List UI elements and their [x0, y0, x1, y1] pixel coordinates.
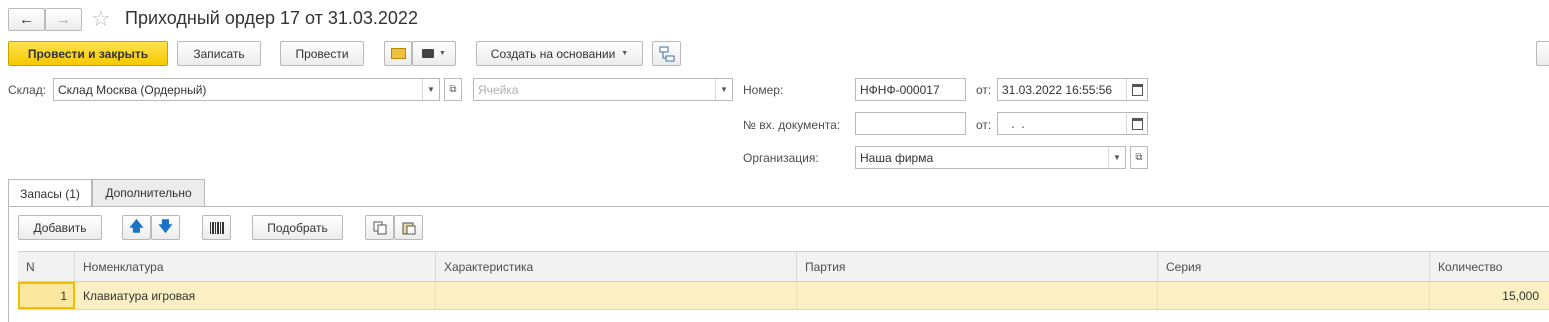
- incoming-doc-label: № вх. документа:: [743, 118, 841, 132]
- calendar-button[interactable]: [1126, 113, 1147, 134]
- number-label: Номер:: [743, 83, 784, 97]
- column-header-characteristic[interactable]: Характеристика: [436, 252, 797, 281]
- chevron-down-icon: ▼: [427, 85, 435, 94]
- copy-icon: [373, 221, 386, 234]
- hierarchy-icon: [659, 46, 674, 61]
- move-up-button[interactable]: 🡅: [122, 215, 151, 240]
- incoming-date-field[interactable]: . .: [997, 112, 1148, 135]
- back-button[interactable]: ←: [8, 8, 45, 31]
- warehouse-open-button[interactable]: ⧉: [444, 78, 462, 101]
- organization-field[interactable]: Наша фирма ▼: [855, 146, 1126, 169]
- row-number: 1: [60, 288, 67, 303]
- series-cell[interactable]: [1158, 282, 1430, 309]
- chevron-down-icon: ▼: [1113, 153, 1121, 162]
- add-button[interactable]: Добавить: [18, 215, 102, 240]
- chevron-down-icon: ▼: [621, 50, 629, 57]
- open-icon: ⧉: [1135, 152, 1143, 163]
- nomenclature-value: Клавиатура игровая: [83, 288, 196, 303]
- arrow-left-icon: ←: [19, 11, 34, 28]
- column-header-quantity[interactable]: Количество: [1430, 252, 1549, 281]
- incoming-date-value: . .: [1008, 116, 1025, 131]
- barcode-icon: [209, 221, 224, 234]
- column-header-batch[interactable]: Партия: [797, 252, 1158, 281]
- save-button[interactable]: Записать: [177, 41, 261, 66]
- arrow-up-icon: 🡅: [129, 217, 144, 234]
- number-field[interactable]: НФНФ-000017: [855, 78, 966, 101]
- row-number-cell[interactable]: 1: [18, 282, 75, 309]
- paste-icon: [402, 222, 415, 234]
- cell-field[interactable]: Ячейка ▼: [473, 78, 733, 101]
- calendar-button[interactable]: [1126, 79, 1147, 100]
- create-based-on-label: Создать на основании: [490, 46, 616, 61]
- warehouse-label: Склад:: [8, 83, 47, 97]
- chevron-down-icon: ▼: [720, 85, 728, 94]
- forward-button[interactable]: →: [45, 8, 82, 31]
- date-label: от:: [976, 83, 992, 97]
- nomenclature-cell[interactable]: Клавиатура игровая: [75, 282, 436, 309]
- star-icon[interactable]: ☆: [91, 6, 111, 32]
- open-icon: ⧉: [449, 84, 457, 95]
- warehouse-field[interactable]: Склад Москва (Ордерный) ▼: [53, 78, 440, 101]
- calendar-icon: [1131, 83, 1143, 96]
- post-button[interactable]: Провести: [280, 41, 364, 66]
- barcode-button[interactable]: [202, 215, 231, 240]
- page-title: Приходный ордер 17 от 31.03.2022: [125, 8, 418, 28]
- envelope-icon: [390, 48, 406, 59]
- tab-additional[interactable]: Дополнительно: [92, 179, 205, 206]
- email-button[interactable]: [384, 41, 412, 66]
- table-header: N Номенклатура Характеристика Партия Сер…: [18, 251, 1549, 282]
- print-button[interactable]: ▼: [412, 41, 456, 66]
- move-down-button[interactable]: 🡇: [151, 215, 180, 240]
- batch-cell[interactable]: [797, 282, 1158, 309]
- incoming-doc-field[interactable]: [855, 112, 966, 135]
- column-header-series[interactable]: Серия: [1158, 252, 1430, 281]
- tab-inventory[interactable]: Запасы (1): [8, 179, 92, 207]
- organization-value: Наша фирма: [860, 150, 934, 165]
- organization-dropdown-button[interactable]: ▼: [1108, 147, 1125, 168]
- date-value: 31.03.2022 16:55:56: [1002, 82, 1113, 97]
- paste-button[interactable]: [394, 215, 423, 240]
- cell-placeholder: Ячейка: [478, 82, 519, 97]
- structure-button[interactable]: [652, 41, 681, 66]
- warehouse-dropdown-button[interactable]: ▼: [422, 79, 439, 100]
- quantity-value: 15,000: [1502, 288, 1539, 303]
- warehouse-value: Склад Москва (Ордерный): [58, 82, 207, 97]
- printer-icon: [422, 49, 435, 58]
- chevron-down-icon: ▼: [439, 50, 446, 57]
- arrow-down-icon: 🡇: [158, 217, 173, 234]
- characteristic-cell[interactable]: [436, 282, 797, 309]
- incoming-date-label: от:: [976, 118, 992, 132]
- organization-label: Организация:: [743, 151, 819, 165]
- column-header-n[interactable]: N: [18, 252, 75, 281]
- organization-open-button[interactable]: ⧉: [1130, 146, 1148, 169]
- number-value: НФНФ-000017: [860, 82, 940, 97]
- pick-button[interactable]: Подобрать: [252, 215, 343, 240]
- table-row[interactable]: 1 Клавиатура игровая 15,000: [18, 282, 1549, 310]
- create-based-on-button[interactable]: Создать на основании ▼: [476, 41, 643, 66]
- quantity-cell[interactable]: 15,000: [1430, 282, 1549, 309]
- arrow-right-icon: →: [56, 11, 71, 28]
- cell-dropdown-button[interactable]: ▼: [715, 79, 732, 100]
- more-button[interactable]: [1536, 41, 1549, 66]
- copy-button[interactable]: [365, 215, 394, 240]
- column-header-nomenclature[interactable]: Номенклатура: [75, 252, 436, 281]
- post-and-close-button[interactable]: Провести и закрыть: [8, 41, 168, 66]
- calendar-icon: [1131, 117, 1143, 130]
- date-field[interactable]: 31.03.2022 16:55:56: [997, 78, 1148, 101]
